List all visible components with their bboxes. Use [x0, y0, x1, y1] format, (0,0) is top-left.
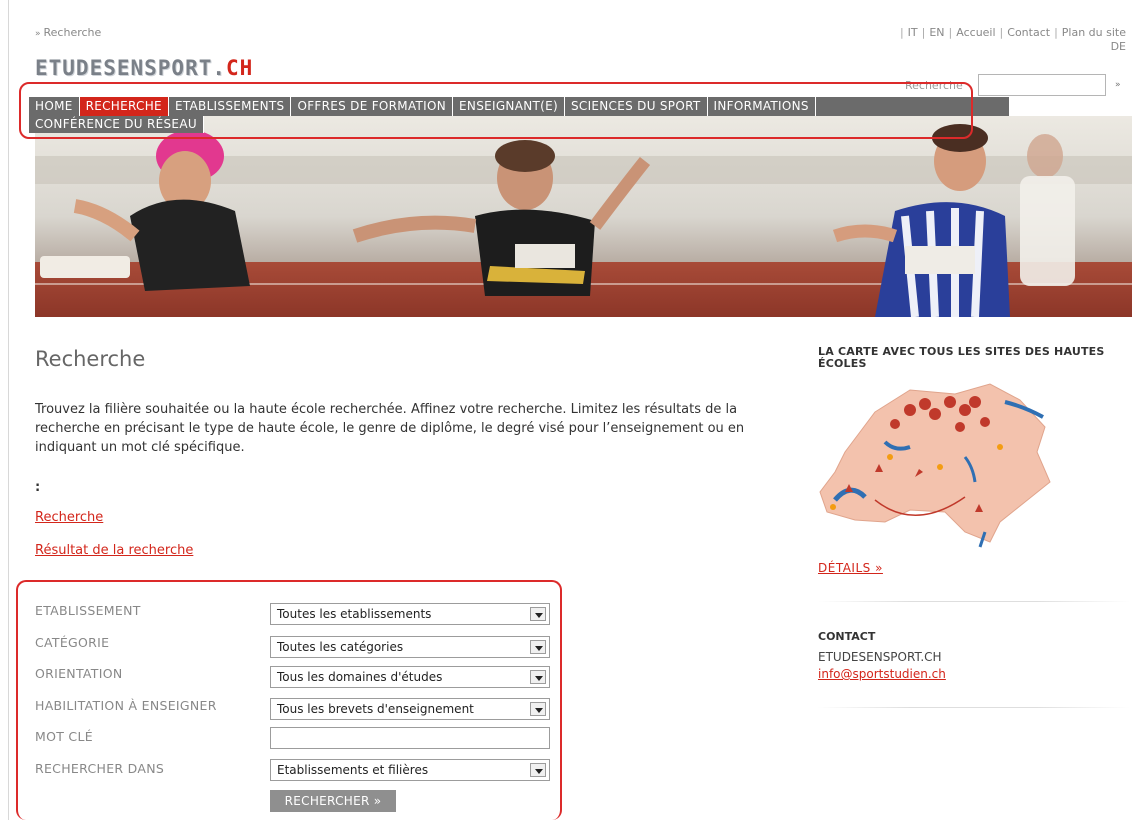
home-link[interactable]: Accueil: [956, 26, 995, 39]
categorie-label: CATÉGORIE: [35, 635, 110, 650]
orientation-label: ORIENTATION: [35, 666, 123, 681]
page-left-border: [8, 0, 9, 820]
dropdown-arrow-icon[interactable]: [530, 640, 546, 654]
breadcrumb-arrow-icon: »: [35, 29, 41, 39]
mot-cle-input[interactable]: [270, 727, 550, 749]
map-details-link[interactable]: DÉTAILS »: [818, 561, 883, 575]
site-logo[interactable]: ETUDESENSPORT.CH: [35, 56, 253, 80]
orientation-select[interactable]: Tous les domaines d'études: [270, 666, 550, 688]
site-search-input[interactable]: [978, 74, 1106, 96]
colon-text: :: [35, 480, 41, 495]
top-links: | IT | EN | Accueil | Contact | Plan du site DE: [899, 26, 1126, 53]
dropdown-arrow-icon[interactable]: [530, 670, 546, 684]
search-go-icon[interactable]: »: [1115, 80, 1121, 90]
categorie-select-value: Toutes les catégories: [277, 640, 404, 654]
dropdown-arrow-icon[interactable]: [530, 702, 546, 716]
habilitation-select[interactable]: Tous les brevets d'enseignement: [270, 698, 550, 720]
map-heading: LA CARTE AVEC TOUS LES SITES DES HAUTES …: [818, 345, 1105, 370]
sitemap-link[interactable]: Plan du site: [1062, 26, 1126, 39]
page-title: Recherche: [35, 347, 146, 371]
mot-cle-label: MOT CLÉ: [35, 729, 93, 744]
contact-org: ETUDESENSPORT.CH: [818, 650, 942, 664]
etablissement-select[interactable]: Toutes les etablissements: [270, 603, 550, 625]
contact-link[interactable]: Contact: [1007, 26, 1050, 39]
breadcrumb-label[interactable]: Recherche: [44, 26, 102, 39]
nav-highlight-annotation: [19, 82, 973, 139]
rechercher-dans-label: RECHERCHER DANS: [35, 761, 165, 776]
etablissement-label: ETABLISSEMENT: [35, 603, 141, 618]
recherche-link[interactable]: Recherche: [35, 510, 103, 525]
sidebar-divider: [818, 707, 1130, 708]
lang-en-link[interactable]: EN: [929, 26, 944, 39]
switzerland-map[interactable]: [815, 372, 1055, 557]
contact-email-link[interactable]: info@sportstudien.ch: [818, 667, 946, 681]
hero-image: [35, 116, 1132, 317]
intro-text: Trouvez la filière souhaitée ou la haute…: [35, 402, 745, 455]
etablissement-select-value: Toutes les etablissements: [277, 607, 432, 621]
logo-text-ch: CH: [226, 56, 254, 80]
habilitation-label: HABILITATION À ENSEIGNER: [35, 698, 217, 713]
sidebar-divider: [818, 601, 1130, 602]
breadcrumb: » Recherche: [35, 26, 101, 39]
orientation-select-value: Tous les domaines d'études: [277, 670, 443, 684]
dropdown-arrow-icon[interactable]: [530, 607, 546, 621]
hurdlers-illustration: [40, 124, 1075, 317]
dropdown-arrow-icon[interactable]: [530, 763, 546, 777]
contact-heading: CONTACT: [818, 630, 876, 643]
rechercher-dans-select-value: Etablissements et filières: [277, 763, 429, 777]
categorie-select[interactable]: Toutes les catégories: [270, 636, 550, 658]
rechercher-button[interactable]: RECHERCHER »: [270, 790, 396, 812]
lang-it-link[interactable]: IT: [908, 26, 918, 39]
lang-de-link[interactable]: DE: [1111, 40, 1126, 53]
resultats-link[interactable]: Résultat de la recherche: [35, 543, 193, 558]
habilitation-select-value: Tous les brevets d'enseignement: [277, 702, 474, 716]
logo-text-main: ETUDESENSPORT.: [35, 56, 227, 80]
rechercher-dans-select[interactable]: Etablissements et filières: [270, 759, 550, 781]
